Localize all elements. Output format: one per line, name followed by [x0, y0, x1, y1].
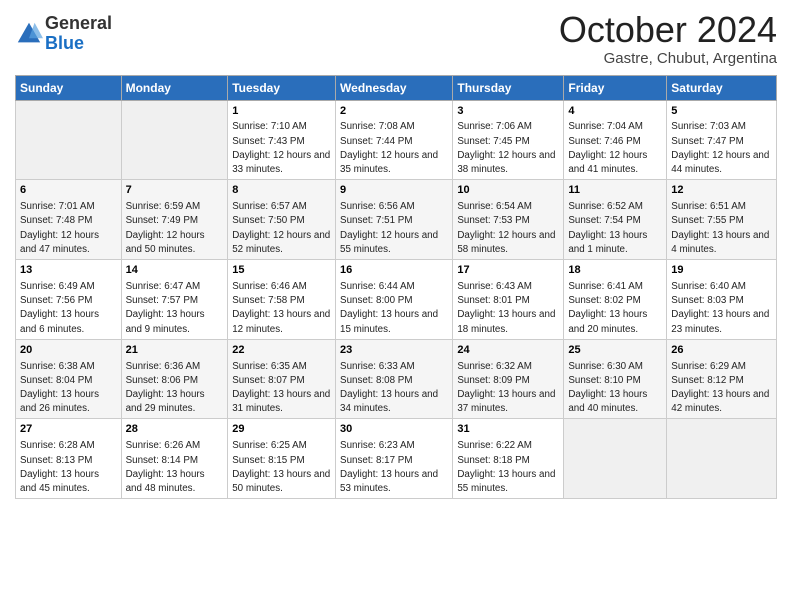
col-tuesday: Tuesday	[228, 75, 336, 100]
calendar-cell: 5Sunrise: 7:03 AMSunset: 7:47 PMDaylight…	[667, 100, 777, 180]
calendar-cell: 7Sunrise: 6:59 AMSunset: 7:49 PMDaylight…	[121, 180, 228, 260]
calendar-cell: 13Sunrise: 6:49 AMSunset: 7:56 PMDayligh…	[16, 260, 122, 340]
subtitle: Gastre, Chubut, Argentina	[559, 50, 777, 67]
week-row-0: 1Sunrise: 7:10 AMSunset: 7:43 PMDaylight…	[16, 100, 777, 180]
calendar-cell: 22Sunrise: 6:35 AMSunset: 8:07 PMDayligh…	[228, 339, 336, 419]
calendar-cell: 27Sunrise: 6:28 AMSunset: 8:13 PMDayligh…	[16, 419, 122, 499]
week-row-2: 13Sunrise: 6:49 AMSunset: 7:56 PMDayligh…	[16, 260, 777, 340]
week-row-3: 20Sunrise: 6:38 AMSunset: 8:04 PMDayligh…	[16, 339, 777, 419]
calendar-cell: 16Sunrise: 6:44 AMSunset: 8:00 PMDayligh…	[336, 260, 453, 340]
logo: General Blue	[15, 14, 112, 54]
calendar-cell: 10Sunrise: 6:54 AMSunset: 7:53 PMDayligh…	[453, 180, 564, 260]
calendar-cell: 18Sunrise: 6:41 AMSunset: 8:02 PMDayligh…	[564, 260, 667, 340]
week-row-4: 27Sunrise: 6:28 AMSunset: 8:13 PMDayligh…	[16, 419, 777, 499]
calendar-cell: 9Sunrise: 6:56 AMSunset: 7:51 PMDaylight…	[336, 180, 453, 260]
calendar-cell	[16, 100, 122, 180]
calendar-cell: 3Sunrise: 7:06 AMSunset: 7:45 PMDaylight…	[453, 100, 564, 180]
calendar-cell: 20Sunrise: 6:38 AMSunset: 8:04 PMDayligh…	[16, 339, 122, 419]
header: General Blue October 2024 Gastre, Chubut…	[15, 10, 777, 67]
calendar-cell: 2Sunrise: 7:08 AMSunset: 7:44 PMDaylight…	[336, 100, 453, 180]
title-section: October 2024 Gastre, Chubut, Argentina	[559, 10, 777, 67]
calendar-cell: 21Sunrise: 6:36 AMSunset: 8:06 PMDayligh…	[121, 339, 228, 419]
col-friday: Friday	[564, 75, 667, 100]
page: General Blue October 2024 Gastre, Chubut…	[0, 0, 792, 612]
header-row: Sunday Monday Tuesday Wednesday Thursday…	[16, 75, 777, 100]
col-saturday: Saturday	[667, 75, 777, 100]
calendar-cell: 19Sunrise: 6:40 AMSunset: 8:03 PMDayligh…	[667, 260, 777, 340]
calendar-cell: 8Sunrise: 6:57 AMSunset: 7:50 PMDaylight…	[228, 180, 336, 260]
calendar-cell: 28Sunrise: 6:26 AMSunset: 8:14 PMDayligh…	[121, 419, 228, 499]
calendar-cell: 29Sunrise: 6:25 AMSunset: 8:15 PMDayligh…	[228, 419, 336, 499]
calendar-cell: 15Sunrise: 6:46 AMSunset: 7:58 PMDayligh…	[228, 260, 336, 340]
calendar-cell: 31Sunrise: 6:22 AMSunset: 8:18 PMDayligh…	[453, 419, 564, 499]
calendar-cell	[667, 419, 777, 499]
logo-general: General	[45, 14, 112, 34]
col-sunday: Sunday	[16, 75, 122, 100]
calendar-cell: 26Sunrise: 6:29 AMSunset: 8:12 PMDayligh…	[667, 339, 777, 419]
calendar-cell: 11Sunrise: 6:52 AMSunset: 7:54 PMDayligh…	[564, 180, 667, 260]
calendar-cell: 6Sunrise: 7:01 AMSunset: 7:48 PMDaylight…	[16, 180, 122, 260]
calendar-cell	[121, 100, 228, 180]
calendar-cell: 4Sunrise: 7:04 AMSunset: 7:46 PMDaylight…	[564, 100, 667, 180]
logo-text: General Blue	[45, 14, 112, 54]
calendar-table: Sunday Monday Tuesday Wednesday Thursday…	[15, 75, 777, 500]
calendar-cell: 17Sunrise: 6:43 AMSunset: 8:01 PMDayligh…	[453, 260, 564, 340]
logo-icon	[15, 20, 43, 48]
logo-blue: Blue	[45, 34, 112, 54]
calendar-cell: 25Sunrise: 6:30 AMSunset: 8:10 PMDayligh…	[564, 339, 667, 419]
calendar-cell	[564, 419, 667, 499]
col-thursday: Thursday	[453, 75, 564, 100]
calendar-cell: 1Sunrise: 7:10 AMSunset: 7:43 PMDaylight…	[228, 100, 336, 180]
calendar-cell: 23Sunrise: 6:33 AMSunset: 8:08 PMDayligh…	[336, 339, 453, 419]
week-row-1: 6Sunrise: 7:01 AMSunset: 7:48 PMDaylight…	[16, 180, 777, 260]
col-wednesday: Wednesday	[336, 75, 453, 100]
calendar-cell: 14Sunrise: 6:47 AMSunset: 7:57 PMDayligh…	[121, 260, 228, 340]
calendar-cell: 30Sunrise: 6:23 AMSunset: 8:17 PMDayligh…	[336, 419, 453, 499]
calendar-cell: 12Sunrise: 6:51 AMSunset: 7:55 PMDayligh…	[667, 180, 777, 260]
calendar-cell: 24Sunrise: 6:32 AMSunset: 8:09 PMDayligh…	[453, 339, 564, 419]
col-monday: Monday	[121, 75, 228, 100]
main-title: October 2024	[559, 10, 777, 50]
